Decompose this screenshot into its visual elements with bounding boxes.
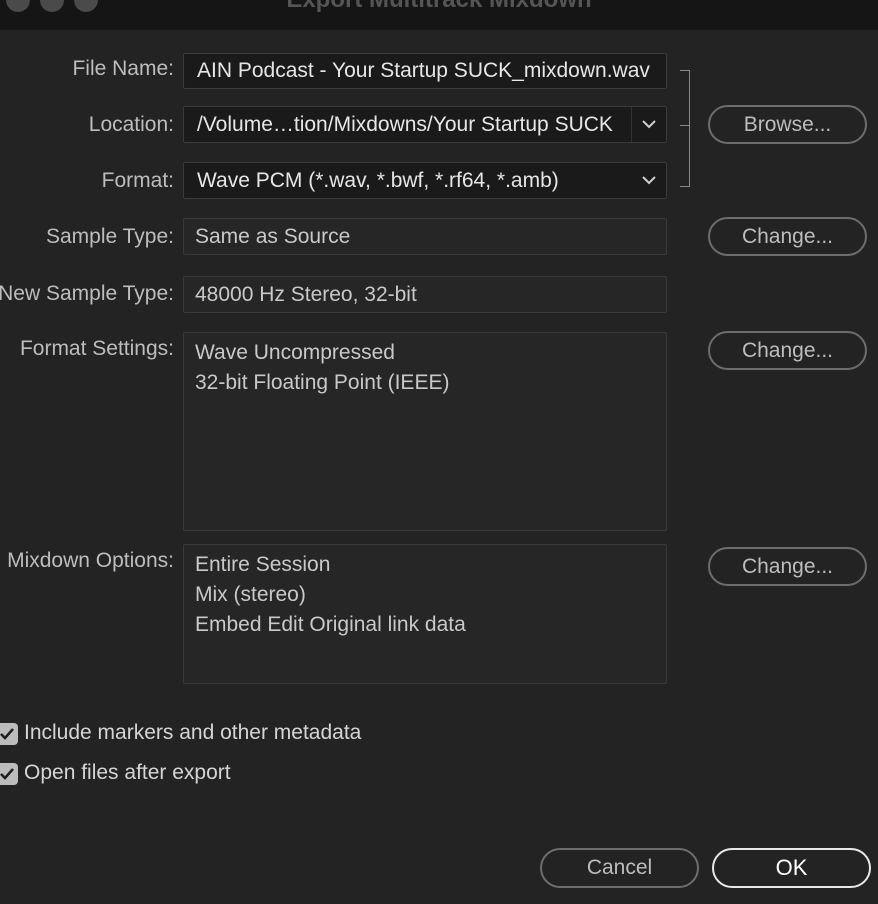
field-group-bracket	[680, 70, 690, 187]
new-sample-type-label: New Sample Type:	[0, 282, 174, 305]
title-bar: Export Multitrack Mixdown	[0, 0, 878, 30]
sample-type-field: Same as Source	[183, 218, 667, 255]
format-settings-line: 32-bit Floating Point (IEEE)	[195, 371, 450, 394]
ok-button[interactable]: OK	[712, 848, 871, 888]
format-settings-box: Wave Uncompressed 32-bit Floating Point …	[183, 332, 667, 531]
file-name-value: AIN Podcast - Your Startup SUCK_mixdown.…	[197, 59, 650, 82]
new-sample-type-field: 48000 Hz Stereo, 32-bit	[183, 276, 667, 313]
sample-type-value: Same as Source	[195, 225, 351, 248]
change-format-settings-button[interactable]: Change...	[708, 331, 867, 370]
format-select[interactable]: Wave PCM (*.wav, *.bwf, *.rf64, *.amb)	[183, 162, 667, 199]
location-value: /Volume…tion/Mixdowns/Your Startup SUCK	[197, 113, 613, 136]
file-name-label: File Name:	[72, 57, 174, 80]
sample-type-label: Sample Type:	[45, 225, 174, 248]
cancel-button[interactable]: Cancel	[540, 848, 699, 888]
chevron-down-icon[interactable]	[632, 163, 666, 198]
change-sample-type-button[interactable]: Change...	[708, 217, 867, 256]
change-mixdown-button[interactable]: Change...	[708, 547, 867, 586]
location-select[interactable]: /Volume…tion/Mixdowns/Your Startup SUCK	[183, 106, 667, 143]
format-settings-label: Format Settings:	[19, 337, 174, 360]
open-files-label[interactable]: Open files after export	[24, 761, 231, 785]
bracket-tick	[680, 125, 689, 126]
include-markers-label[interactable]: Include markers and other metadata	[24, 721, 361, 745]
mixdown-options-line: Entire Session	[195, 553, 331, 576]
mixdown-options-box: Entire Session Mix (stereo) Embed Edit O…	[183, 544, 667, 684]
format-label: Format:	[101, 169, 174, 192]
location-label: Location:	[88, 113, 174, 136]
file-name-field[interactable]: AIN Podcast - Your Startup SUCK_mixdown.…	[183, 53, 667, 89]
mixdown-options-line: Mix (stereo)	[195, 583, 306, 606]
chevron-down-icon[interactable]	[631, 107, 666, 142]
browse-button[interactable]: Browse...	[708, 105, 867, 144]
open-files-checkbox[interactable]	[0, 763, 18, 785]
window-title: Export Multitrack Mixdown	[0, 0, 878, 14]
new-sample-type-value: 48000 Hz Stereo, 32-bit	[195, 283, 417, 306]
mixdown-options-label: Mixdown Options:	[7, 549, 174, 572]
mixdown-options-line: Embed Edit Original link data	[195, 613, 466, 636]
checkmark-icon	[0, 728, 14, 740]
include-markers-checkbox[interactable]	[0, 723, 18, 745]
checkmark-icon	[0, 768, 14, 780]
format-value: Wave PCM (*.wav, *.bwf, *.rf64, *.amb)	[197, 169, 559, 192]
format-settings-line: Wave Uncompressed	[195, 341, 395, 364]
